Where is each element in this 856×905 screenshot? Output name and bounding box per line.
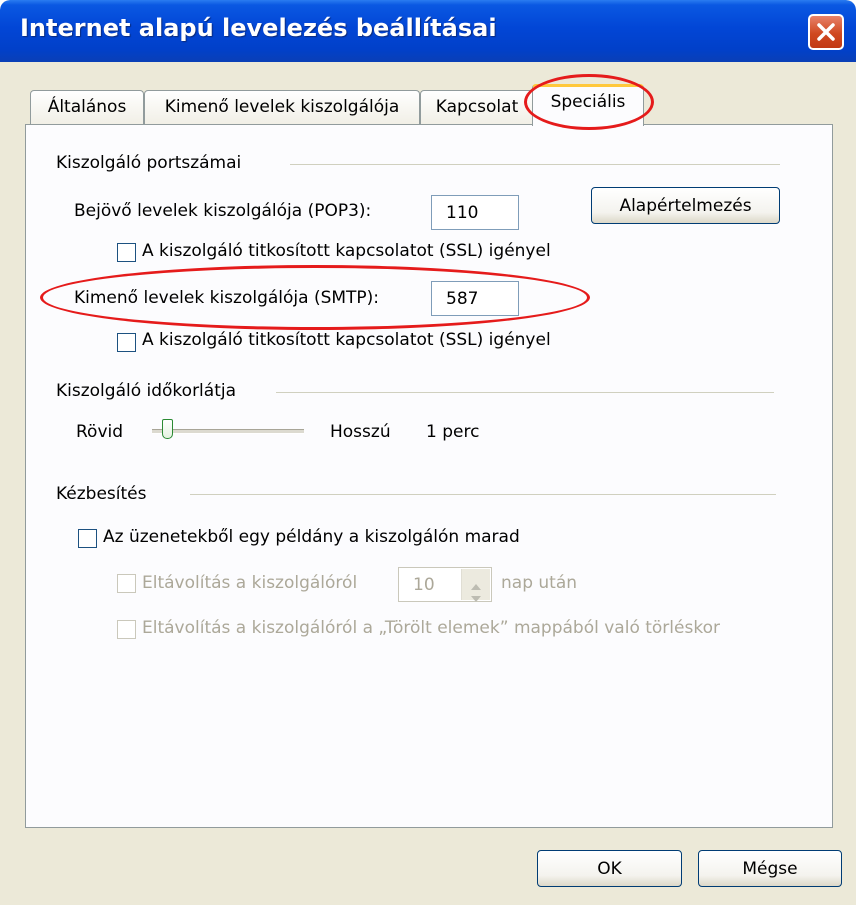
- timeout-section-heading: Kiszolgáló időkorlátja: [56, 381, 237, 401]
- days-suffix: nap után: [501, 573, 578, 593]
- title-bar[interactable]: Internet alapú levelezés beállításai: [0, 0, 856, 62]
- tab-advanced-label: Speciális: [550, 92, 626, 112]
- advanced-tab-panel: [25, 124, 833, 828]
- delivery-divider: [190, 494, 776, 495]
- ports-section-heading: Kiszolgáló portszámai: [56, 153, 242, 173]
- outgoing-ssl-label: A kiszolgáló titkosított kapcsolatot (SS…: [142, 330, 551, 350]
- outgoing-port-label: Kimenő levelek kiszolgálója (SMTP):: [74, 288, 380, 308]
- remove-on-delete-checkbox[interactable]: [117, 620, 136, 639]
- remove-after-checkbox[interactable]: [117, 574, 136, 593]
- timeout-long-label: Hosszú: [330, 422, 391, 442]
- ok-button-label: OK: [597, 859, 622, 879]
- outgoing-port-input[interactable]: 587: [431, 281, 519, 316]
- settings-dialog: Internet alapú levelezés beállításai Ált…: [0, 0, 856, 905]
- defaults-button[interactable]: Alapértelmezés: [591, 187, 780, 224]
- days-spinner-buttons[interactable]: [461, 569, 490, 602]
- tab-outgoing-server[interactable]: Kimenő levelek kiszolgálója: [144, 90, 420, 124]
- cancel-button[interactable]: Mégse: [698, 850, 842, 887]
- tab-advanced[interactable]: Speciális: [532, 84, 644, 126]
- cancel-button-label: Mégse: [742, 859, 798, 879]
- outgoing-ssl-checkbox[interactable]: [117, 333, 136, 352]
- timeout-divider: [276, 392, 774, 393]
- days-value: 10: [413, 575, 435, 595]
- close-button[interactable]: [808, 14, 844, 50]
- days-spinner[interactable]: 10: [398, 567, 492, 602]
- delivery-section-heading: Kézbesítés: [56, 484, 147, 504]
- tab-general-label: Általános: [47, 97, 127, 117]
- ports-divider: [290, 164, 780, 165]
- spinner-down-icon: [471, 587, 481, 607]
- defaults-button-label: Alapértelmezés: [619, 196, 752, 216]
- incoming-port-value: 110: [446, 203, 479, 223]
- tab-outgoing-server-label: Kimenő levelek kiszolgálója: [164, 97, 400, 117]
- tab-connection-label: Kapcsolat: [435, 97, 519, 117]
- timeout-slider-thumb[interactable]: [162, 419, 173, 439]
- incoming-ssl-checkbox[interactable]: [117, 243, 136, 262]
- timeout-value: 1 perc: [426, 422, 480, 442]
- ok-button[interactable]: OK: [537, 850, 682, 887]
- leave-copy-label: Az üzenetekből egy példány a kiszolgálón…: [103, 527, 520, 547]
- incoming-port-input[interactable]: 110: [431, 195, 519, 230]
- tab-general[interactable]: Általános: [30, 90, 144, 124]
- timeout-short-label: Rövid: [76, 422, 124, 442]
- outgoing-port-value: 587: [446, 289, 479, 309]
- remove-after-label: Eltávolítás a kiszolgálóról: [142, 573, 358, 593]
- incoming-port-label: Bejövő levelek kiszolgálója (POP3):: [74, 201, 372, 221]
- remove-on-delete-label: Eltávolítás a kiszolgálóról a „Törölt el…: [142, 618, 720, 638]
- incoming-ssl-label: A kiszolgáló titkosított kapcsolatot (SS…: [142, 241, 551, 261]
- window-title: Internet alapú levelezés beállításai: [20, 14, 497, 42]
- tab-connection[interactable]: Kapcsolat: [420, 90, 534, 124]
- timeout-slider[interactable]: [152, 429, 304, 434]
- leave-copy-checkbox[interactable]: [78, 529, 97, 548]
